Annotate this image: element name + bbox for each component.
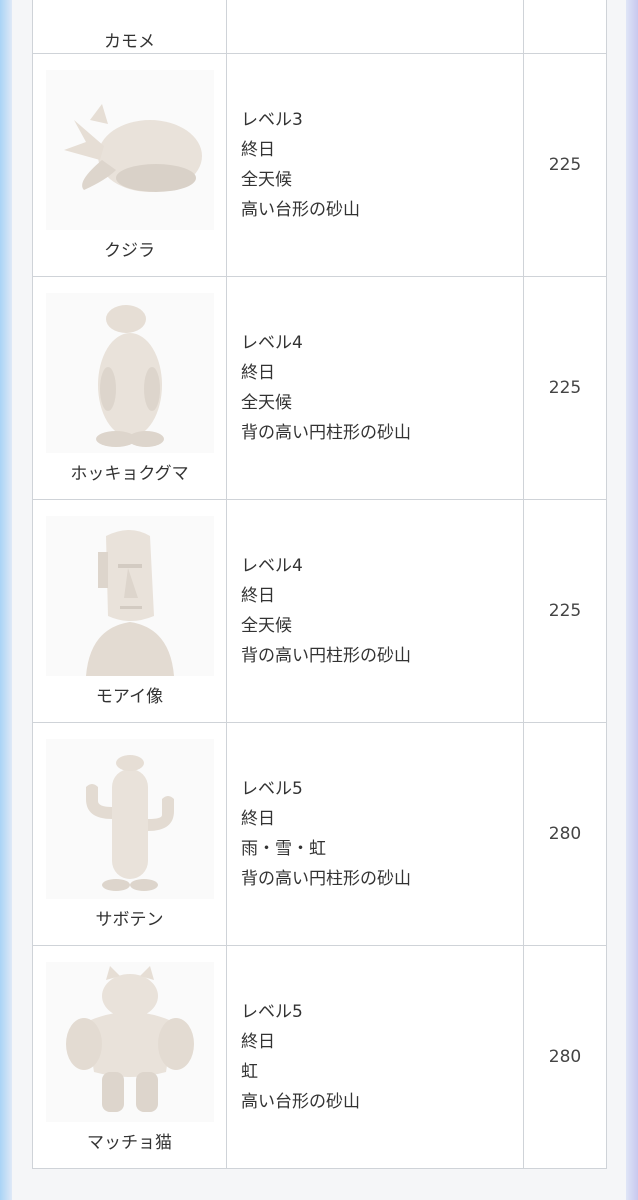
level-text: レベル4 (241, 556, 303, 576)
time-text: 終日 (241, 1032, 275, 1052)
time-text: 終日 (241, 140, 275, 160)
sculpture-name: マッチョ猫 (87, 1132, 172, 1153)
points-cell: 225 (523, 276, 607, 500)
moai-sand-sculpture-icon (45, 515, 214, 676)
conditions-cell: レベル3 終日 全天候 高い台形の砂山 (226, 53, 524, 277)
level-text: レベル3 (241, 110, 303, 130)
weather-text: 全天候 (241, 616, 292, 636)
level-text: レベル4 (241, 333, 303, 353)
points-value: 280 (548, 1047, 582, 1067)
sand-shape-text: 背の高い円柱形の砂山 (241, 869, 411, 889)
table-row: モアイ像 レベル4 終日 全天候 背の高い円柱形の砂山 225 (32, 499, 607, 723)
table-row: ホッキョクグマ レベル4 終日 全天候 背の高い円柱形の砂山 225 (32, 276, 607, 500)
table-row: マッチョ猫 レベル5 終日 虹 高い台形の砂山 280 (32, 945, 607, 1169)
points-value: 280 (548, 824, 582, 844)
weather-text: 全天候 (241, 393, 292, 413)
conditions-cell: レベル5 終日 雨・雪・虹 背の高い円柱形の砂山 (226, 722, 524, 946)
sculpture-cell: カモメ (32, 0, 227, 54)
sand-shape-text: 背の高い円柱形の砂山 (241, 423, 411, 443)
sculpture-name: クジラ (104, 240, 155, 261)
sculpture-cell: マッチョ猫 (32, 945, 227, 1169)
time-text: 終日 (241, 809, 275, 829)
sand-shape-text: 高い台形の砂山 (241, 200, 360, 220)
conditions-cell: レベル4 終日 全天候 背の高い円柱形の砂山 (226, 276, 524, 500)
table-row: サボテン レベル5 終日 雨・雪・虹 背の高い円柱形の砂山 280 (32, 722, 607, 946)
polar-bear-sand-sculpture-icon (45, 292, 214, 453)
weather-text: 全天候 (241, 170, 292, 190)
table-row: カモメ (32, 0, 607, 54)
sand-sculpture-table: カモメ クジラ レベル3 終日 全天候 高い台形の砂山 225 ホッキョクグマ … (32, 0, 607, 1169)
weather-text: 虹 (241, 1062, 258, 1082)
macho-cat-sand-sculpture-icon (45, 961, 214, 1122)
sculpture-name: モアイ像 (95, 686, 164, 707)
weather-text: 雨・雪・虹 (241, 839, 326, 859)
level-text: レベル5 (241, 779, 303, 799)
sculpture-cell: サボテン (32, 722, 227, 946)
sculpture-cell: クジラ (32, 53, 227, 277)
table-row: クジラ レベル3 終日 全天候 高い台形の砂山 225 (32, 53, 607, 277)
conditions-cell (226, 0, 524, 54)
conditions-cell: レベル5 終日 虹 高い台形の砂山 (226, 945, 524, 1169)
sculpture-name: サボテン (95, 909, 164, 930)
points-cell: 280 (523, 945, 607, 1169)
level-text: レベル5 (241, 1002, 303, 1022)
sculpture-cell: ホッキョクグマ (32, 276, 227, 500)
points-cell (523, 0, 607, 54)
points-cell: 225 (523, 53, 607, 277)
sculpture-name: ホッキョクグマ (70, 463, 189, 484)
whale-sand-sculpture-icon (45, 69, 214, 230)
points-cell: 225 (523, 499, 607, 723)
sand-shape-text: 高い台形の砂山 (241, 1092, 360, 1112)
points-value: 225 (548, 378, 582, 398)
time-text: 終日 (241, 586, 275, 606)
points-value: 225 (548, 155, 582, 175)
points-value: 225 (548, 601, 582, 621)
sand-shape-text: 背の高い円柱形の砂山 (241, 646, 411, 666)
sculpture-name: カモメ (104, 31, 155, 52)
cactus-sand-sculpture-icon (45, 738, 214, 899)
conditions-cell: レベル4 終日 全天候 背の高い円柱形の砂山 (226, 499, 524, 723)
sculpture-cell: モアイ像 (32, 499, 227, 723)
time-text: 終日 (241, 363, 275, 383)
points-cell: 280 (523, 722, 607, 946)
